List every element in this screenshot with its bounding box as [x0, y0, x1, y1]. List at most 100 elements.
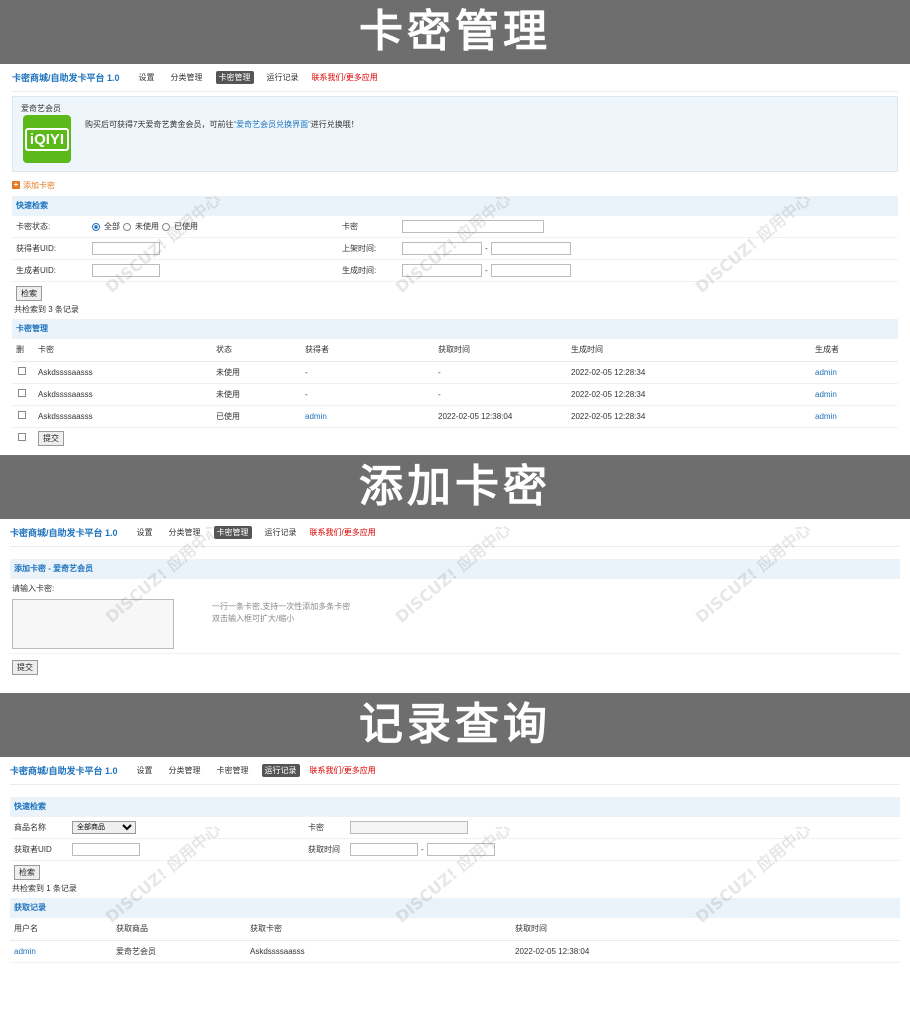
- nav-run-log[interactable]: 运行记录: [264, 71, 302, 84]
- col-get-time: 获取时间: [438, 339, 571, 362]
- listed-time-start[interactable]: [402, 242, 482, 255]
- record-getter-uid-input[interactable]: [72, 843, 140, 856]
- col-create-time: 生成时间: [571, 339, 815, 362]
- row-checkbox[interactable]: [18, 367, 26, 375]
- record-table-title: 获取记录: [10, 898, 900, 918]
- col-status: 状态: [216, 339, 305, 362]
- col-time: 获取时间: [515, 918, 900, 941]
- banner-add-card: 添加卡密: [0, 455, 910, 519]
- add-form-title: 添加卡密 - 爱奇艺会员: [10, 559, 900, 579]
- record-result-count: 共检索到 1 条记录: [12, 884, 77, 893]
- nav-run-log[interactable]: 运行记录: [262, 526, 300, 539]
- username-link[interactable]: admin: [10, 940, 116, 963]
- product-name: 爱奇艺会员: [21, 104, 61, 113]
- table-row: Askdssssaasss 已使用 admin 2022-02-05 12:38…: [12, 405, 898, 428]
- product-info-box: 爱奇艺会员 iQIYI 购买后可获得7天爱奇艺黄金会员，可前往“爱奇艺会员兑换界…: [12, 96, 898, 172]
- brand-title[interactable]: 卡密商城/自助发卡平台 1.0: [10, 526, 118, 539]
- hint-double-click: 双击输入框可扩大/缩小: [212, 614, 295, 623]
- get-time-start[interactable]: [350, 843, 418, 856]
- top-nav: 卡密商城/自助发卡平台 1.0 设置 分类管理 卡密管理 运行记录 联系我们/更…: [10, 757, 900, 785]
- nav-card-manage[interactable]: 卡密管理: [215, 71, 254, 84]
- search-row-1: 卡密状态: 全部 未使用 已使用 卡密: [12, 216, 898, 238]
- create-time-end[interactable]: [490, 264, 571, 277]
- status-radio-group: 全部 未使用 已使用: [92, 221, 342, 232]
- record-card-label: 卡密: [308, 823, 324, 832]
- record-search-title: 快速检索: [10, 797, 900, 817]
- card-manage-panel: 卡密商城/自助发卡平台 1.0 设置 分类管理 卡密管理 运行记录 联系我们/更…: [0, 64, 910, 449]
- status-label: 卡密状态:: [16, 222, 51, 231]
- listed-time-end[interactable]: [490, 242, 571, 255]
- brand-title[interactable]: 卡密商城/自助发卡平台 1.0: [12, 71, 120, 84]
- top-nav: 卡密商城/自助发卡平台 1.0 设置 分类管理 卡密管理 运行记录 联系我们/更…: [12, 64, 898, 92]
- card-search-input[interactable]: [402, 220, 544, 233]
- create-time-label: 生成时间:: [342, 266, 377, 275]
- iqiyi-logo-icon: iQIYI: [23, 115, 71, 163]
- card-input-label: 请输入卡密:: [12, 584, 55, 593]
- col-delete: 删: [12, 339, 38, 362]
- nav-run-log[interactable]: 运行记录: [261, 764, 300, 777]
- radio-used[interactable]: [162, 222, 170, 231]
- search-row-3: 生成者UID: 生成时间: -: [12, 260, 898, 282]
- add-card-link[interactable]: + 添加卡密: [12, 176, 898, 194]
- col-card: 卡密: [38, 339, 216, 362]
- banner-card-manage: 卡密管理: [0, 0, 910, 64]
- record-table: 用户名 获取商品 获取卡密 获取时间 admin 爱奇艺会员 Askdssssa…: [10, 918, 900, 963]
- nav-settings[interactable]: 设置: [134, 526, 156, 539]
- record-search-row-2: 获取者UID 获取时间 -: [10, 839, 900, 861]
- nav-contact[interactable]: 联系我们/更多应用: [312, 72, 378, 83]
- nav-card-manage[interactable]: 卡密管理: [214, 764, 252, 777]
- creator-link[interactable]: admin: [815, 405, 898, 428]
- search-button[interactable]: 检索: [16, 286, 42, 301]
- table-footer-row: 提交: [12, 427, 898, 449]
- search-result-count: 共检索到 3 条记录: [14, 305, 79, 314]
- nav-category[interactable]: 分类管理: [166, 764, 204, 777]
- creator-link[interactable]: admin: [815, 383, 898, 406]
- nav-card-manage[interactable]: 卡密管理: [213, 526, 252, 539]
- nav-category[interactable]: 分类管理: [166, 526, 204, 539]
- radio-all[interactable]: [92, 222, 100, 231]
- add-submit-button[interactable]: 提交: [12, 660, 38, 675]
- search-row-2: 获得者UID: 上架时间: -: [12, 238, 898, 260]
- card-table: 删 卡密 状态 获得者 获取时间 生成时间 生成者 Askdssssaasss …: [12, 339, 898, 449]
- row-checkbox[interactable]: [18, 411, 26, 419]
- card-textarea[interactable]: [12, 599, 174, 649]
- product-name-label: 商品名称: [14, 823, 46, 832]
- getter-uid-label: 获取者UID: [14, 845, 52, 854]
- nav-settings[interactable]: 设置: [136, 71, 158, 84]
- nav-contact[interactable]: 联系我们/更多应用: [310, 765, 376, 776]
- col-getter: 获得者: [305, 339, 438, 362]
- product-description: 购买后可获得7天爱奇艺黄金会员，可前往“爱奇艺会员兑换界面”进行兑换哦！: [85, 120, 359, 129]
- col-product: 获取商品: [116, 918, 250, 941]
- card-submit-button[interactable]: 提交: [38, 430, 64, 446]
- card-label: 卡密: [342, 222, 358, 231]
- nav-category[interactable]: 分类管理: [168, 71, 206, 84]
- listed-time-label: 上架时间:: [342, 244, 377, 253]
- table-row: Askdssssaasss 未使用 - - 2022-02-05 12:28:3…: [12, 383, 898, 406]
- product-select[interactable]: 全部商品: [72, 821, 136, 834]
- creator-link[interactable]: admin: [815, 361, 898, 384]
- creator-uid-input[interactable]: [92, 264, 160, 277]
- getter-uid-input[interactable]: [92, 242, 160, 255]
- top-nav: 卡密商城/自助发卡平台 1.0 设置 分类管理 卡密管理 运行记录 联系我们/更…: [10, 519, 900, 547]
- search-section-title: 快速检索: [12, 196, 898, 216]
- nav-contact[interactable]: 联系我们/更多应用: [310, 527, 376, 538]
- record-search-button[interactable]: 检索: [14, 865, 40, 880]
- col-card: 获取卡密: [250, 918, 515, 941]
- getter-link[interactable]: admin: [305, 405, 438, 428]
- create-time-start[interactable]: [402, 264, 482, 277]
- plus-icon: +: [12, 180, 20, 189]
- record-card-input[interactable]: [350, 821, 468, 834]
- getter-uid-label: 获得者UID:: [16, 244, 56, 253]
- get-time-label: 获取时间: [308, 845, 340, 854]
- exchange-link[interactable]: “爱奇艺会员兑换界面”: [233, 120, 310, 129]
- row-checkbox[interactable]: [18, 389, 26, 397]
- card-table-title: 卡密管理: [12, 319, 898, 339]
- select-all-checkbox[interactable]: [18, 433, 26, 442]
- nav-settings[interactable]: 设置: [134, 764, 156, 777]
- radio-unused[interactable]: [123, 222, 131, 231]
- record-query-panel: 卡密商城/自助发卡平台 1.0 设置 分类管理 卡密管理 运行记录 联系我们/更…: [0, 757, 910, 963]
- banner-record-query: 记录查询: [0, 693, 910, 757]
- get-time-end[interactable]: [426, 843, 495, 856]
- brand-title[interactable]: 卡密商城/自助发卡平台 1.0: [10, 764, 118, 777]
- add-card-panel: 卡密商城/自助发卡平台 1.0 设置 分类管理 卡密管理 运行记录 联系我们/更…: [0, 519, 910, 677]
